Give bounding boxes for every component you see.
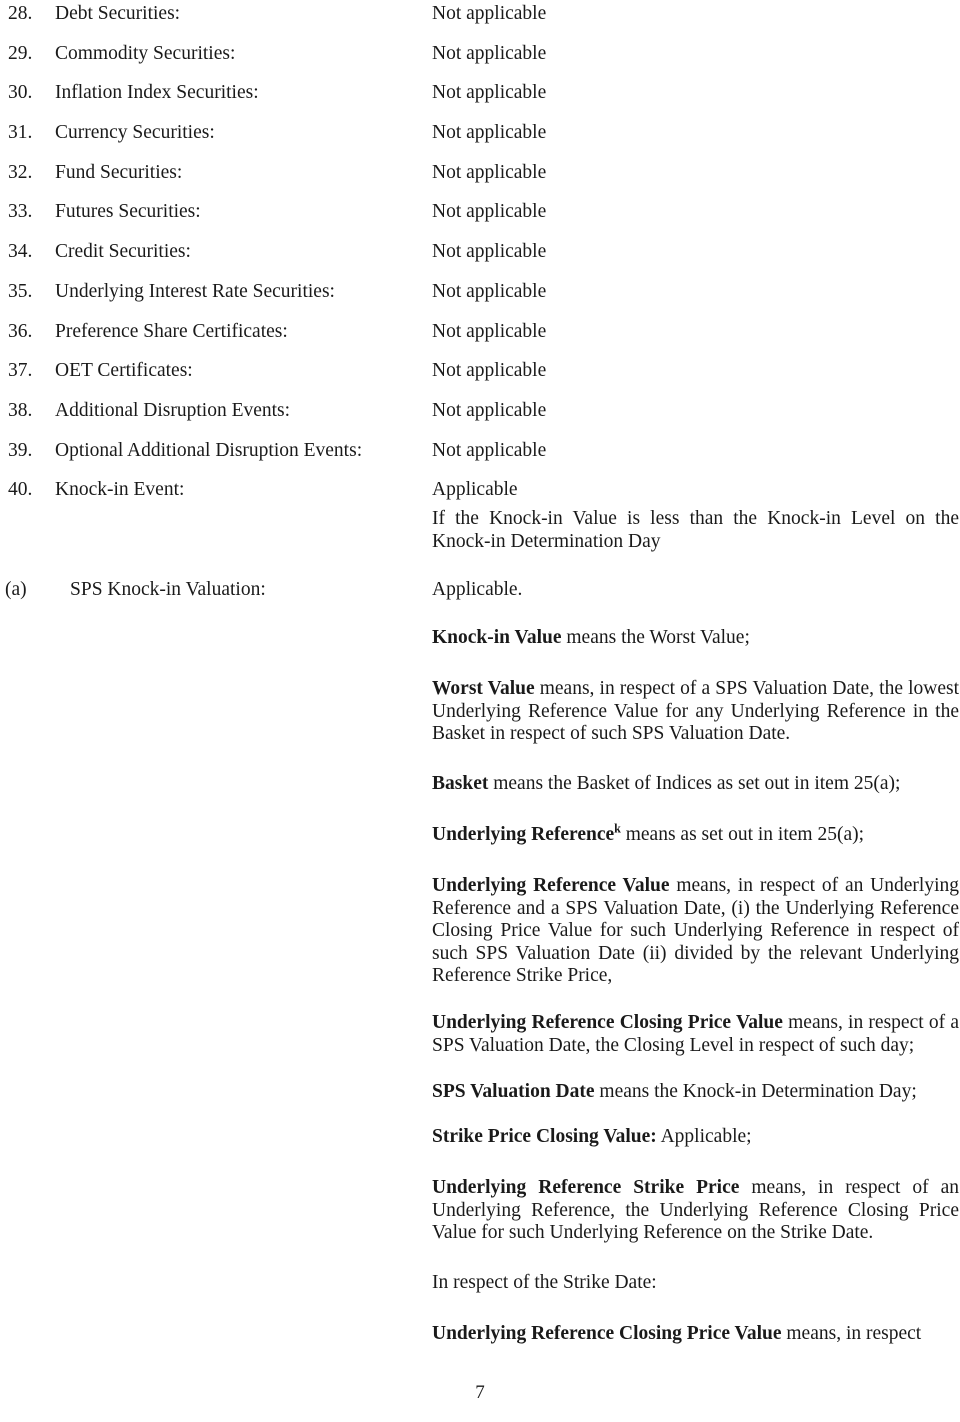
table-row: 28. Debt Securities: Not applicable: [0, 1, 960, 41]
item-value: Not applicable: [432, 241, 547, 263]
strike-date-intro-paragraph: In respect of the Strike Date:: [432, 1272, 657, 1293]
item-number: 38.: [8, 399, 33, 421]
table-row: 38. Additional Disruption Events: Not ap…: [0, 398, 960, 438]
table-row: 39. Optional Additional Disruption Event…: [0, 438, 960, 478]
item-value: Not applicable: [432, 201, 547, 223]
table-row: 30. Inflation Index Securities: Not appl…: [0, 80, 960, 120]
definition-term: SPS Valuation Date: [432, 1081, 595, 1102]
item-label: Futures Securities:: [55, 201, 201, 223]
item-label: Credit Securities:: [55, 241, 191, 263]
item-number: 33.: [8, 201, 33, 223]
item-label: Preference Share Certificates:: [55, 320, 288, 342]
item-number: 29.: [8, 42, 33, 64]
definition-body: means the Worst Value;: [561, 627, 750, 648]
definition-basket: Basket means the Basket of Indices as se…: [432, 773, 959, 796]
definition-term: Underlying Reference: [432, 824, 615, 845]
definition-term: Underlying Reference Value: [432, 875, 670, 896]
item-number: 32.: [8, 161, 33, 183]
table-row: 36. Preference Share Certificates: Not a…: [0, 319, 960, 359]
definition-knock-in-value: Knock-in Value means the Worst Value;: [432, 627, 959, 650]
item-number: 31.: [8, 122, 33, 144]
table-row: 34. Credit Securities: Not applicable: [0, 239, 960, 279]
superscript-k: k: [614, 821, 621, 836]
item-label: Currency Securities:: [55, 122, 215, 144]
item-label: Debt Securities:: [55, 3, 181, 24]
definition-term: Strike Price Closing Value:: [432, 1126, 657, 1147]
definition-underlying-reference: Underlying Referencek means as set out i…: [432, 821, 959, 847]
definition-term: Underlying Reference Closing Price Value: [432, 1323, 782, 1344]
item-value: Not applicable: [432, 360, 547, 382]
item-value: Not applicable: [432, 161, 547, 183]
item-value: Not applicable: [432, 320, 547, 342]
item-value: Not applicable: [432, 42, 547, 64]
item-number: 28.: [8, 3, 33, 24]
definition-term: Worst Value: [432, 678, 535, 699]
item-number: 30.: [8, 82, 33, 104]
item-value: Not applicable: [432, 3, 547, 24]
item-label: Commodity Securities:: [55, 42, 236, 64]
item-value: Applicable: [432, 479, 518, 501]
definition-worst-value: Worst Value means, in respect of a SPS V…: [432, 678, 959, 746]
item-number: 35.: [8, 280, 33, 302]
definition-underlying-reference-strike-price: Underlying Reference Strike Price means,…: [432, 1177, 959, 1245]
sub-item-value: Applicable.: [432, 579, 523, 600]
table-row: 31. Currency Securities: Not applicable: [0, 120, 960, 160]
definition-underlying-reference-closing-price-value-continued: Underlying Reference Closing Price Value…: [432, 1323, 959, 1346]
item-label: Knock-in Event:: [55, 479, 185, 501]
definition-body: means as set out in item 25(a);: [620, 824, 865, 845]
knock-in-condition-paragraph: If the Knock-in Value is less than the K…: [432, 508, 959, 552]
table-row: 37. OET Certificates: Not applicable: [0, 358, 960, 398]
sub-item-label: SPS Knock-in Valuation:: [70, 579, 266, 600]
item-number: 39.: [8, 439, 33, 461]
item-value: Not applicable: [432, 399, 547, 421]
definition-body: means the Knock-in Determination Day;: [594, 1081, 917, 1102]
page-number: 7: [475, 1382, 485, 1403]
item-value: Not applicable: [432, 82, 547, 104]
item-number: 37.: [8, 360, 33, 382]
definition-underlying-reference-value: Underlying Reference Value means, in res…: [432, 875, 959, 988]
definition-body: means the Basket of Indices as set out i…: [488, 773, 901, 794]
table-row: 29. Commodity Securities: Not applicable: [0, 41, 960, 81]
item-value: Not applicable: [432, 280, 547, 302]
item-label: Fund Securities:: [55, 161, 183, 183]
item-label: OET Certificates:: [55, 360, 193, 382]
item-value: Not applicable: [432, 122, 547, 144]
sub-item-row: (a) SPS Knock-in Valuation: Applicable.: [0, 577, 960, 607]
table-row: 35. Underlying Interest Rate Securities:…: [0, 279, 960, 319]
item-label: Optional Additional Disruption Events:: [55, 439, 363, 461]
sub-item-marker: (a): [5, 579, 27, 600]
definition-term: Knock-in Value: [432, 627, 562, 648]
document-page: 28. Debt Securities: Not applicable 29. …: [0, 0, 960, 1422]
definition-body: means, in respect: [781, 1323, 922, 1344]
item-number: 40.: [8, 479, 33, 501]
item-number: 36.: [8, 320, 33, 342]
numbered-items-list: 28. Debt Securities: Not applicable 29. …: [0, 1, 960, 517]
item-label: Additional Disruption Events:: [55, 399, 291, 421]
definition-term: Underlying Reference Closing Price Value: [432, 1012, 783, 1033]
table-row: 32. Fund Securities: Not applicable: [0, 160, 960, 200]
definition-term: Basket: [432, 773, 489, 794]
definition-body: Applicable;: [656, 1126, 752, 1147]
table-row: 33. Futures Securities: Not applicable: [0, 199, 960, 239]
definition-sps-valuation-date: SPS Valuation Date means the Knock-in De…: [432, 1081, 959, 1104]
item-value: Not applicable: [432, 439, 547, 461]
item-label: Inflation Index Securities:: [55, 82, 259, 104]
definition-strike-price-closing-value: Strike Price Closing Value: Applicable;: [432, 1126, 959, 1149]
definition-underlying-reference-closing-price-value: Underlying Reference Closing Price Value…: [432, 1012, 959, 1057]
item-label: Underlying Interest Rate Securities:: [55, 280, 335, 302]
definition-term: Underlying Reference Strike Price: [432, 1177, 740, 1198]
item-number: 34.: [8, 241, 33, 263]
